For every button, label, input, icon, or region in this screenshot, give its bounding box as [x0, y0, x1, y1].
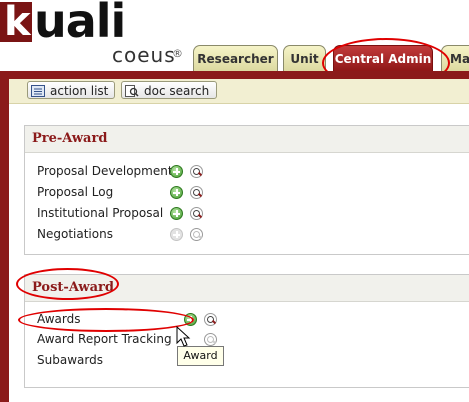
add-award-tooltip: Award [177, 346, 224, 366]
doc-search-button[interactable]: doc search [121, 81, 217, 99]
link-award-report-tracking[interactable]: Award Report Tracking [37, 332, 172, 346]
doc-search-icon [125, 84, 139, 97]
coeus-logo-text: coeus [112, 43, 176, 67]
link-proposal-development[interactable]: Proposal Development [37, 164, 173, 178]
header-band [0, 71, 469, 79]
tab-unit[interactable]: Unit [283, 45, 326, 71]
link-subawards[interactable]: Subawards [37, 353, 103, 367]
add-proposal-log-icon[interactable] [170, 186, 183, 199]
add-proposal-development-icon[interactable] [170, 165, 183, 178]
kuali-logo-text: uali [34, 0, 126, 48]
mouse-pointer-icon [176, 326, 191, 347]
action-list-label: action list [50, 84, 109, 98]
action-list-button[interactable]: action list [27, 81, 115, 99]
pre-award-panel: Pre-Award Proposal Development Proposal … [24, 125, 469, 255]
link-institutional-proposal[interactable]: Institutional Proposal [37, 206, 163, 220]
search-proposal-development-icon[interactable] [190, 165, 203, 178]
doc-search-label: doc search [144, 84, 210, 98]
search-award-icon[interactable] [204, 313, 217, 326]
pre-award-title: Pre-Award [32, 131, 108, 146]
search-proposal-log-icon[interactable] [190, 186, 203, 199]
highlight-ring-awards [18, 308, 194, 332]
pre-award-header: Pre-Award [25, 126, 469, 153]
add-institutional-proposal-icon[interactable] [170, 207, 183, 220]
tab-researcher[interactable]: Researcher [193, 45, 278, 71]
left-border-bar [0, 71, 9, 402]
toolbar: action list doc search [9, 79, 469, 104]
registered-mark: ® [172, 47, 183, 60]
main-content: Pre-Award Proposal Development Proposal … [9, 104, 469, 402]
link-negotiations[interactable]: Negotiations [37, 227, 113, 241]
search-award-report-tracking-icon-disabled [204, 333, 217, 346]
search-institutional-proposal-icon[interactable] [190, 207, 203, 220]
search-negotiations-icon-disabled [190, 228, 203, 241]
add-negotiations-icon-disabled [170, 228, 183, 241]
highlight-ring-post-award [16, 268, 119, 300]
action-list-icon [31, 84, 45, 97]
link-proposal-log[interactable]: Proposal Log [37, 185, 113, 199]
kuali-logo-k: k [0, 0, 32, 45]
